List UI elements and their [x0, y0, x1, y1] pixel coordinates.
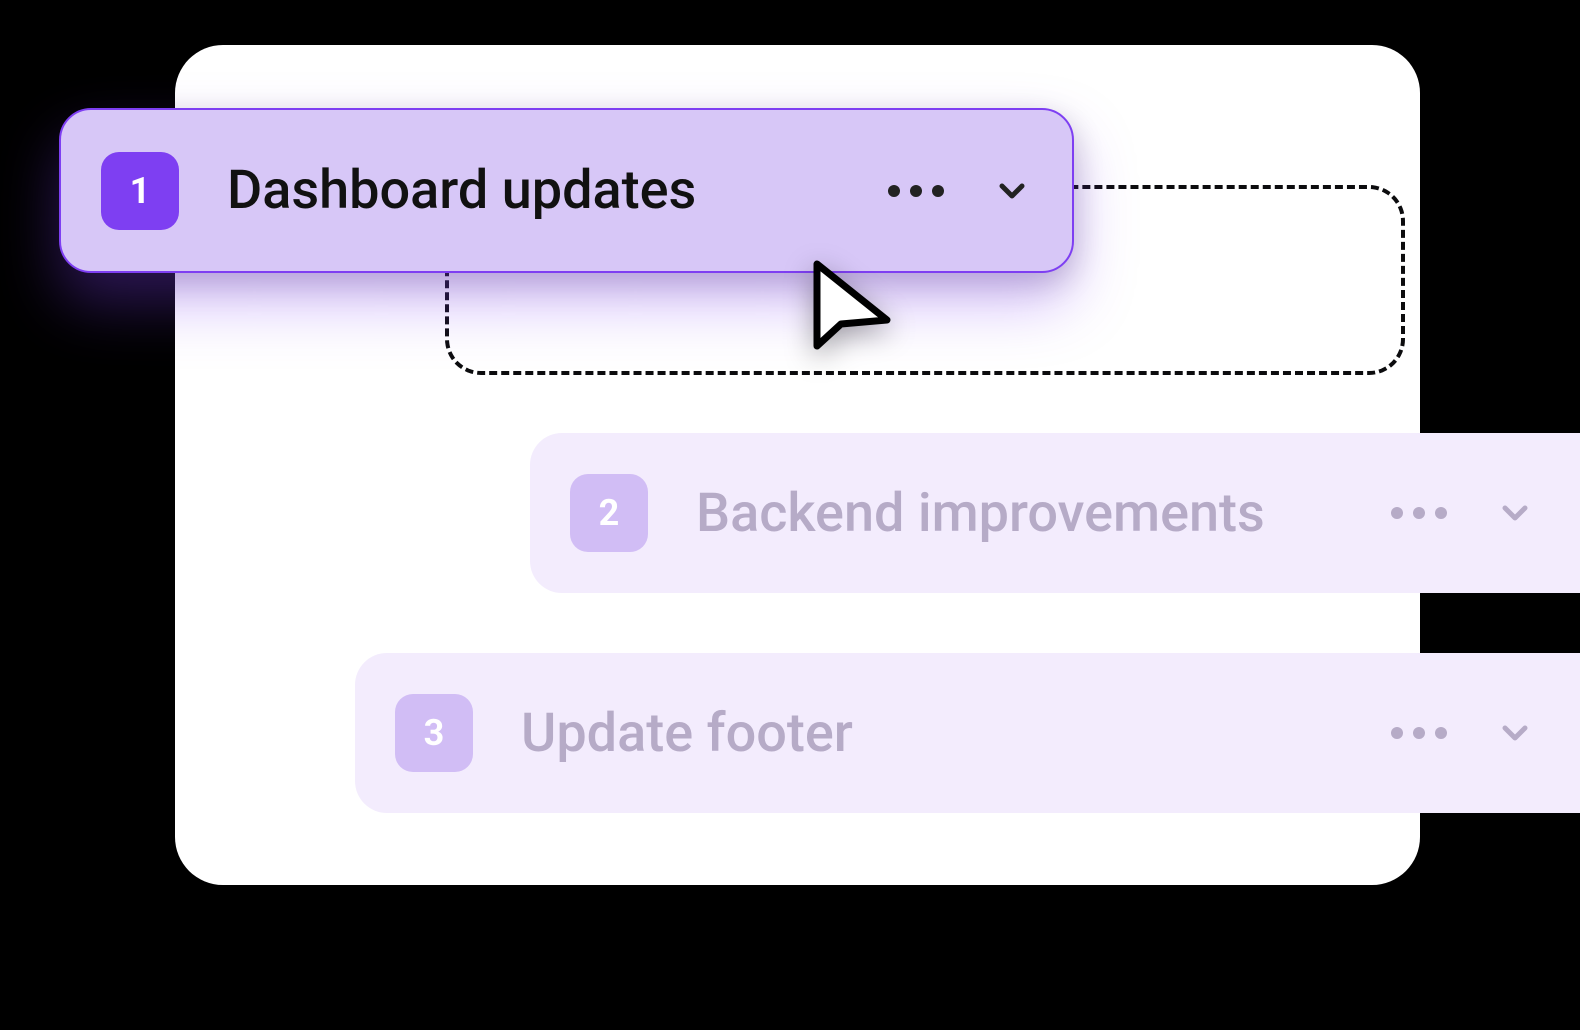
cursor-pointer-icon — [805, 258, 905, 372]
more-icon[interactable] — [888, 185, 944, 197]
more-icon[interactable] — [1391, 727, 1447, 739]
task-number-badge: 2 — [570, 474, 648, 552]
chevron-down-icon[interactable] — [992, 171, 1032, 211]
more-icon[interactable] — [1391, 507, 1447, 519]
task-row-actions — [888, 171, 1032, 211]
chevron-down-icon[interactable] — [1495, 713, 1535, 753]
task-row[interactable]: 3 Update footer — [355, 653, 1580, 813]
task-number-badge: 1 — [101, 152, 179, 230]
task-row-actions — [1391, 713, 1535, 753]
task-number-badge: 3 — [395, 694, 473, 772]
chevron-down-icon[interactable] — [1495, 493, 1535, 533]
task-row-actions — [1391, 493, 1535, 533]
task-row[interactable]: 2 Backend improvements — [530, 433, 1580, 593]
task-title: Dashboard updates — [227, 159, 840, 222]
task-row-dragging[interactable]: 1 Dashboard updates — [59, 108, 1074, 273]
